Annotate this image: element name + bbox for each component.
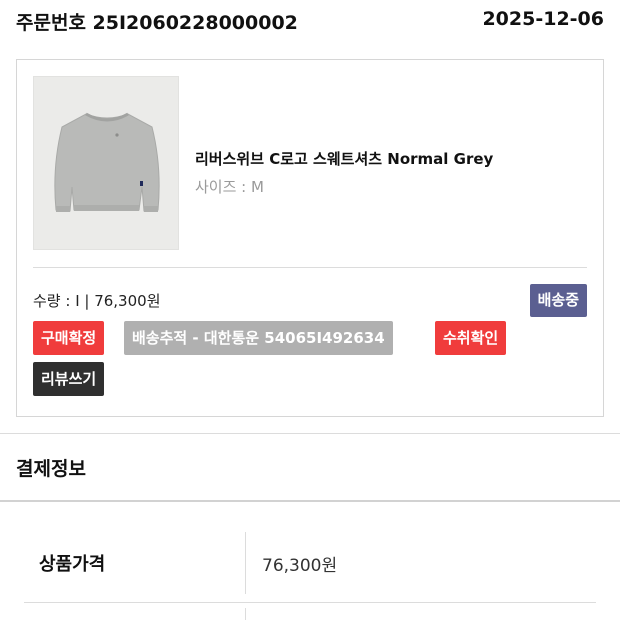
- row-separator: [245, 608, 246, 620]
- payment-section-title: 결제정보: [16, 458, 86, 480]
- order-number: 주문번호 25I2060228000002: [16, 12, 298, 34]
- order-header: 주문번호 25I2060228000002 2025-12-06: [0, 0, 620, 44]
- section-title-underline: [0, 500, 620, 502]
- payment-row-label: 상품가격: [39, 554, 106, 575]
- section-divider: [0, 433, 620, 434]
- sweatshirt-icon: [54, 112, 160, 212]
- product-option: 사이즈 : M: [195, 178, 264, 196]
- status-badge: 배송중: [529, 284, 587, 317]
- confirm-purchase-button[interactable]: 구매확정: [33, 321, 105, 355]
- row-separator: [245, 532, 246, 594]
- order-item-card: 리버스위브 C로고 스웨트셔츠 Normal Grey 사이즈 : M 수량 :…: [16, 59, 604, 417]
- quantity-price: 수량 : I | 76,300원: [33, 292, 161, 310]
- confirm-receipt-button[interactable]: 수취확인: [435, 321, 507, 355]
- write-review-button[interactable]: 리뷰쓰기: [33, 362, 105, 396]
- product-name[interactable]: 리버스위브 C로고 스웨트셔츠 Normal Grey: [195, 148, 493, 169]
- order-date: 2025-12-06: [482, 8, 604, 30]
- row-divider: [24, 602, 596, 603]
- payment-row-value: 76,300원: [262, 556, 338, 576]
- track-shipment-button[interactable]: 배송추적 - 대한통운 54065I492634: [124, 321, 393, 355]
- card-divider: [33, 267, 587, 268]
- product-image[interactable]: [33, 76, 179, 250]
